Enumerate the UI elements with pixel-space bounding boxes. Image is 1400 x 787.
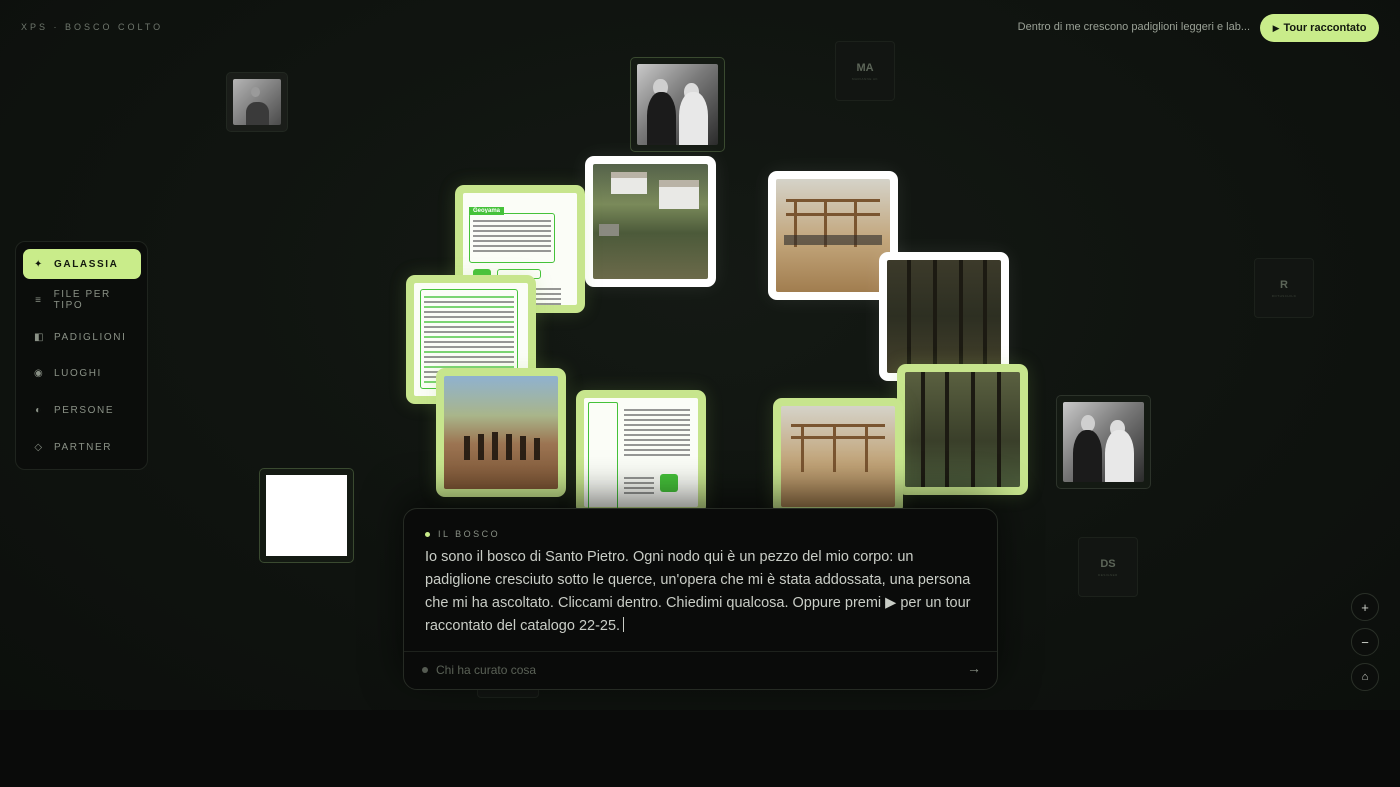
nav-item-label: PADIGLIONI [54,331,127,343]
chat-input-row [422,660,942,680]
nav-item-galassia[interactable]: ✦ GALASSIA [23,249,141,279]
panel-divider [404,651,997,652]
node-image [593,164,708,279]
brand-title: XPS · BOSCO COLTO [21,22,164,32]
nav-item-label: LUOGHI [54,367,102,379]
pavilion-icon: ◧ [34,331,46,343]
tour-button-label: Tour raccontato [1283,22,1367,34]
nav-item-luoghi[interactable]: ◉ LUOGHI [23,358,141,388]
bottom-band [0,710,1400,787]
nav-item-label: GALASSIA [54,258,119,270]
zoom-in-button[interactable]: + [1351,593,1379,621]
node-abbr: MA [856,61,874,74]
node-abbr: DS [1100,557,1116,570]
list-icon: ≡ [35,294,43,306]
home-button[interactable]: ⌂ [1351,663,1379,691]
persons-icon: ◐ [35,404,43,416]
status-dot [425,531,430,537]
node-image [781,406,895,507]
nav-item-padiglioni[interactable]: ◧ PADIGLIONI [23,322,141,352]
node-document [584,398,698,512]
play-icon: ▶ [1272,22,1280,33]
node-sub: ROTHSCHILD [1271,293,1297,298]
node-image [905,372,1020,487]
chat-input[interactable] [436,663,916,677]
panel-label-text: IL BOSCO [438,529,501,539]
node-image [233,79,281,125]
nav-item-partner[interactable]: ◇ PARTNER [23,432,141,462]
nav-item-label: PARTNER [54,441,113,453]
nav-item-persone[interactable]: ◐ PERSONE [23,395,141,425]
galaxy-canvas[interactable]: XPS · BOSCO COLTO Dentro di me crescono … [0,0,1400,710]
node-photo-earth[interactable] [436,368,566,497]
nav-item-file-per-tipo[interactable]: ≡ FILE PER TIPO [23,285,141,315]
nav-item-label: FILE PER TIPO [53,289,111,311]
node-photo-aerial[interactable] [585,156,716,287]
node-portrait-couple-2[interactable] [1056,395,1151,489]
node-photo-pavilion-2[interactable] [773,398,903,515]
send-button[interactable]: → [967,660,981,676]
node-person-ma[interactable]: MA MARIANNE AK [835,41,895,101]
node-photo-forest-1[interactable] [879,252,1009,381]
partner-icon: ◇ [34,441,44,453]
view-navigation: ✦ GALASSIA ≡ FILE PER TIPO ◧ PADIGLIONI … [15,241,148,470]
sparkle-icon: ✦ [34,258,44,270]
location-icon: ◉ [34,367,45,379]
text-cursor [623,617,625,632]
node-document-3[interactable] [576,390,706,515]
node-image [266,475,347,556]
node-person-ds[interactable]: DS DESIGNER [1078,537,1138,597]
input-dot [422,667,428,673]
node-image [637,64,718,145]
node-image [887,260,1001,373]
node-photo-forest-2[interactable] [897,364,1028,495]
nav-item-label: PERSONE [54,404,115,416]
node-blank[interactable] [259,468,354,563]
node-abbr: R [1280,278,1288,291]
node-sub: DESIGNER [1098,572,1118,577]
zoom-out-button[interactable]: − [1351,628,1379,656]
node-image [776,179,890,292]
node-image [444,376,558,489]
panel-label: IL BOSCO [425,529,500,539]
node-partner-r[interactable]: R ROTHSCHILD [1254,258,1314,318]
narrator-panel: IL BOSCO Io sono il bosco di Santo Pietr… [403,508,998,690]
header-tagline: Dentro di me crescono padiglioni leggeri… [1017,21,1250,33]
narrator-message: Io sono il bosco di Santo Pietro. Ogni n… [425,546,980,638]
node-portrait-couple[interactable] [630,57,725,152]
node-image [1063,402,1144,482]
tour-button[interactable]: ▶ Tour raccontato [1260,14,1379,42]
node-sub: MARIANNE AK [851,76,878,81]
node-portrait-small[interactable] [226,72,288,132]
narrator-message-text: Io sono il bosco di Santo Pietro. Ogni n… [425,549,971,634]
